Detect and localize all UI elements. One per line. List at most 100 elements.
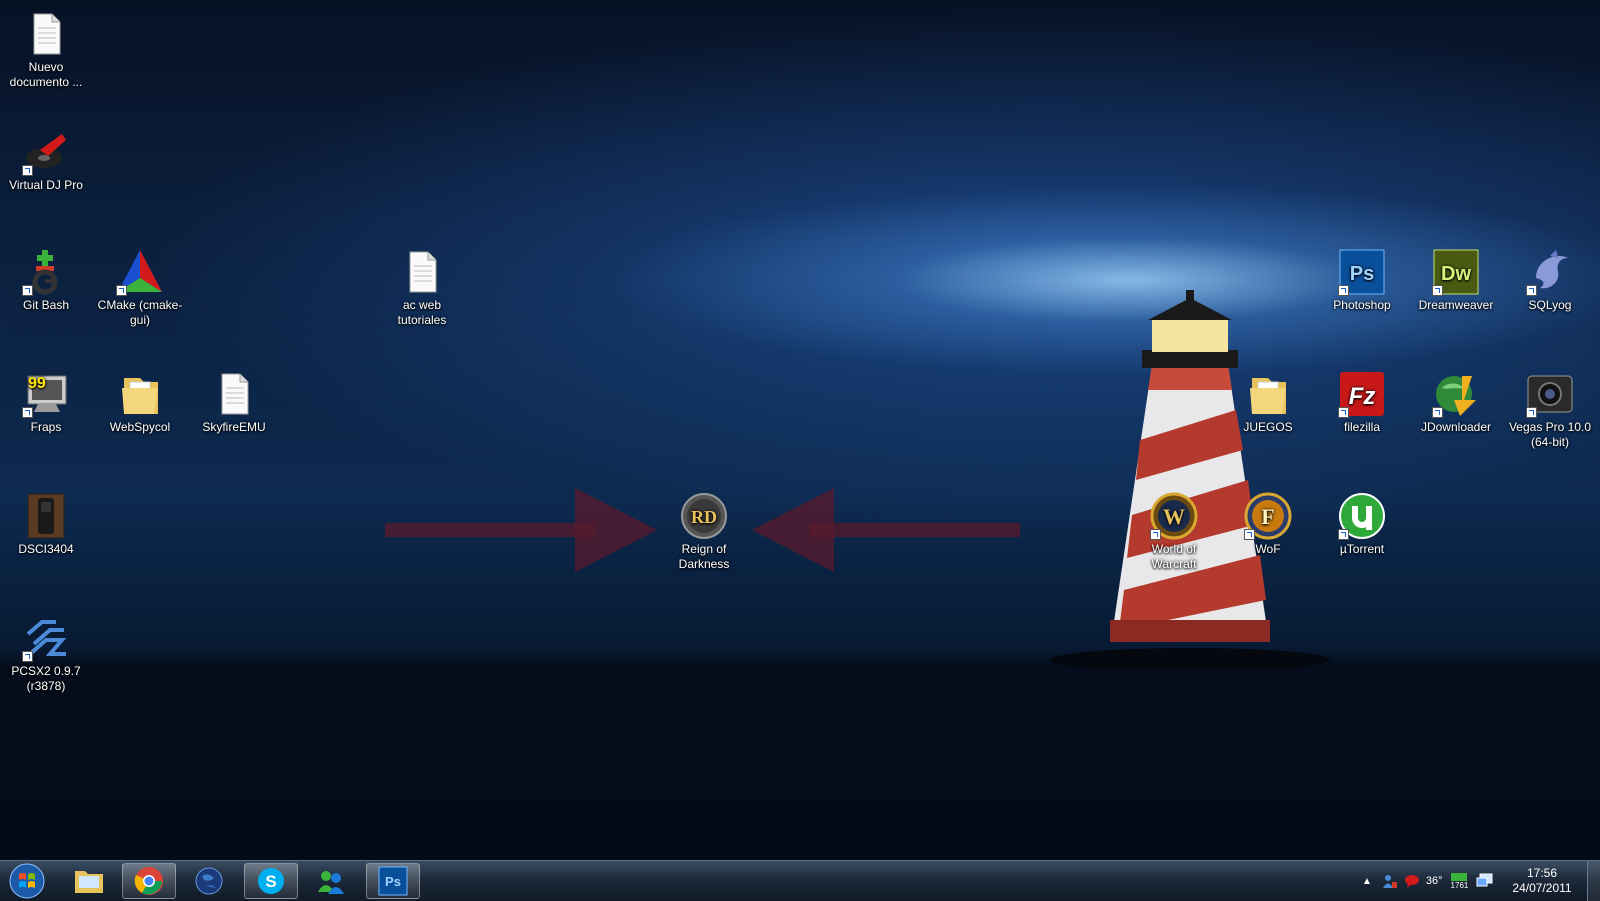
filezilla-icon: Fz (1338, 370, 1386, 418)
desktop-icon-jdownloader[interactable]: JDownloader (1412, 370, 1500, 435)
windows-start-icon (9, 863, 45, 899)
desktop-icon-label: CMake (cmake-gui) (97, 298, 183, 327)
shortcut-arrow-icon (22, 651, 33, 662)
network-meter-icon[interactable]: 1761 (1451, 872, 1468, 890)
folder-icon (1244, 370, 1292, 418)
text-document-icon (398, 248, 446, 296)
desktop-icon-dreamweaver[interactable]: Dw Dreamweaver (1412, 248, 1500, 313)
svg-text:Fz: Fz (1349, 383, 1376, 410)
folder-icon (116, 370, 164, 418)
svg-text:RD: RD (691, 507, 717, 527)
clock-time: 17:56 (1526, 866, 1558, 880)
desktop-icon-dsci3404[interactable]: DSCI3404 (2, 492, 90, 557)
text-document-icon (210, 370, 258, 418)
phone-photo-icon (22, 492, 70, 540)
desktop-icon-virtual-dj[interactable]: Virtual DJ Pro (2, 128, 90, 193)
desktop-icon-label: Fraps (30, 420, 62, 434)
taskbar-messenger-button[interactable] (304, 863, 358, 899)
desktop-icon-label: Photoshop (1333, 298, 1391, 312)
desktop-icon-utorrent[interactable]: µTorrent (1318, 492, 1406, 557)
taskbar: S Ps ▲ 36° 1761 17:56 24/07/2011 (0, 860, 1600, 901)
shortcut-arrow-icon (116, 285, 127, 296)
utorrent-icon (1338, 492, 1386, 540)
pcsx2-icon (22, 614, 70, 662)
dreamweaver-icon: Dw (1432, 248, 1480, 296)
desktop-icon-photoshop[interactable]: Ps Photoshop (1318, 248, 1406, 313)
taskbar-globe-button[interactable] (182, 863, 236, 899)
desktop-icon-sqlyog[interactable]: SQLyog (1506, 248, 1594, 313)
temperature-readout[interactable]: 36° (1426, 875, 1443, 887)
shortcut-arrow-icon (22, 165, 33, 176)
desktop-icon-label: SQLyog (1528, 298, 1572, 312)
vegas-icon (1526, 370, 1574, 418)
desktop-icon-ac-web[interactable]: ac web tutoriales (378, 248, 466, 328)
desktop-icon-pcsx2[interactable]: PCSX2 0.9.7 (r3878) (2, 614, 90, 694)
skype-icon: S (258, 868, 284, 894)
virtual-dj-icon (22, 128, 70, 176)
svg-text:F: F (1261, 504, 1274, 529)
chrome-icon (134, 867, 163, 895)
photoshop-icon: Ps (378, 866, 408, 896)
taskbar-explorer-button[interactable] (62, 863, 116, 899)
show-hidden-icons-arrow-icon[interactable]: ▲ (1362, 876, 1372, 887)
desktop-icon-skyfireemu[interactable]: SkyfireEMU (190, 370, 278, 435)
network-monitor-icon[interactable] (1476, 873, 1494, 889)
desktop-icon-label: PCSX2 0.9.7 (r3878) (11, 664, 81, 693)
desktop-icon-nuevo-documento[interactable]: Nuevo documento ... (2, 10, 90, 90)
desktop-icon-reign-of-darkness[interactable]: RD Reign of Darkness (660, 492, 748, 572)
desktop-icon-label: World of Warcraft (1151, 542, 1197, 571)
show-desktop-button[interactable] (1587, 861, 1600, 901)
wow-icon: W (1150, 492, 1198, 540)
git-bash-icon (22, 248, 70, 296)
shortcut-arrow-icon (1338, 529, 1349, 540)
desktop-icon-label: Nuevo documento ... (9, 60, 83, 89)
desktop-icon-label: µTorrent (1339, 542, 1385, 556)
taskbar-chrome-button[interactable] (122, 863, 176, 899)
taskbar-skype-button[interactable]: S (244, 863, 298, 899)
svg-text:W: W (1163, 504, 1185, 529)
left-arrow-head (575, 488, 657, 572)
globe-icon (195, 867, 223, 895)
desktop-icon-label: WebSpycol (109, 420, 171, 434)
desktop-icon-fraps[interactable]: 99 Fraps (2, 370, 90, 435)
shortcut-arrow-icon (1526, 285, 1537, 296)
desktop-icon-label: Virtual DJ Pro (9, 178, 83, 192)
dolphin-icon (1526, 248, 1574, 296)
desktop-icon-world-of-warcraft[interactable]: W World of Warcraft (1130, 492, 1218, 572)
desktop-icon-cmake[interactable]: CMake (cmake-gui) (96, 248, 184, 328)
photoshop-icon: Ps (1338, 248, 1386, 296)
desktop-icon-vegas[interactable]: Vegas Pro 10.0 (64-bit) (1506, 370, 1594, 450)
desktop-icon-label: ac web tutoriales (397, 298, 447, 327)
desktop-icon-label: Dreamweaver (1418, 298, 1494, 312)
chat-alert-icon[interactable] (1404, 873, 1420, 889)
desktop-icon-label: JUEGOS (1243, 420, 1293, 434)
shortcut-arrow-icon (22, 285, 33, 296)
desktop-icon-juegos[interactable]: JUEGOS (1224, 370, 1312, 435)
desktop-icon-label: Git Bash (22, 298, 70, 312)
desktop-icon-webspycol[interactable]: WebSpycol (96, 370, 184, 435)
desktop-icon-label: JDownloader (1420, 420, 1492, 434)
wof-icon: F (1244, 492, 1292, 540)
taskbar-clock[interactable]: 17:56 24/07/2011 (1502, 866, 1582, 896)
shortcut-arrow-icon (22, 407, 33, 418)
desktop-icon-label: DSCI3404 (18, 542, 74, 556)
taskbar-photoshop-button[interactable]: Ps (366, 863, 420, 899)
system-tray: ▲ 36° 1761 (1362, 861, 1494, 901)
desktop-icon-label: WoF (1255, 542, 1281, 556)
folder-icon (75, 871, 103, 893)
desktop-icon-wof[interactable]: F WoF (1224, 492, 1312, 557)
svg-text:S: S (265, 872, 276, 891)
desktop-icon-label: Vegas Pro 10.0 (64-bit) (1508, 420, 1592, 449)
fraps-icon: 99 (22, 370, 70, 418)
start-button[interactable] (4, 863, 50, 899)
shortcut-arrow-icon (1432, 407, 1443, 418)
user-network-icon[interactable] (1382, 873, 1398, 889)
jdownloader-icon (1432, 370, 1480, 418)
right-arrow-shaft (810, 523, 1020, 537)
svg-text:99: 99 (28, 375, 46, 392)
desktop-icon-git-bash[interactable]: Git Bash (2, 248, 90, 313)
svg-text:Dw: Dw (1441, 263, 1471, 285)
shortcut-arrow-icon (1526, 407, 1537, 418)
shortcut-arrow-icon (1338, 407, 1349, 418)
desktop-icon-filezilla[interactable]: Fz filezilla (1318, 370, 1406, 435)
